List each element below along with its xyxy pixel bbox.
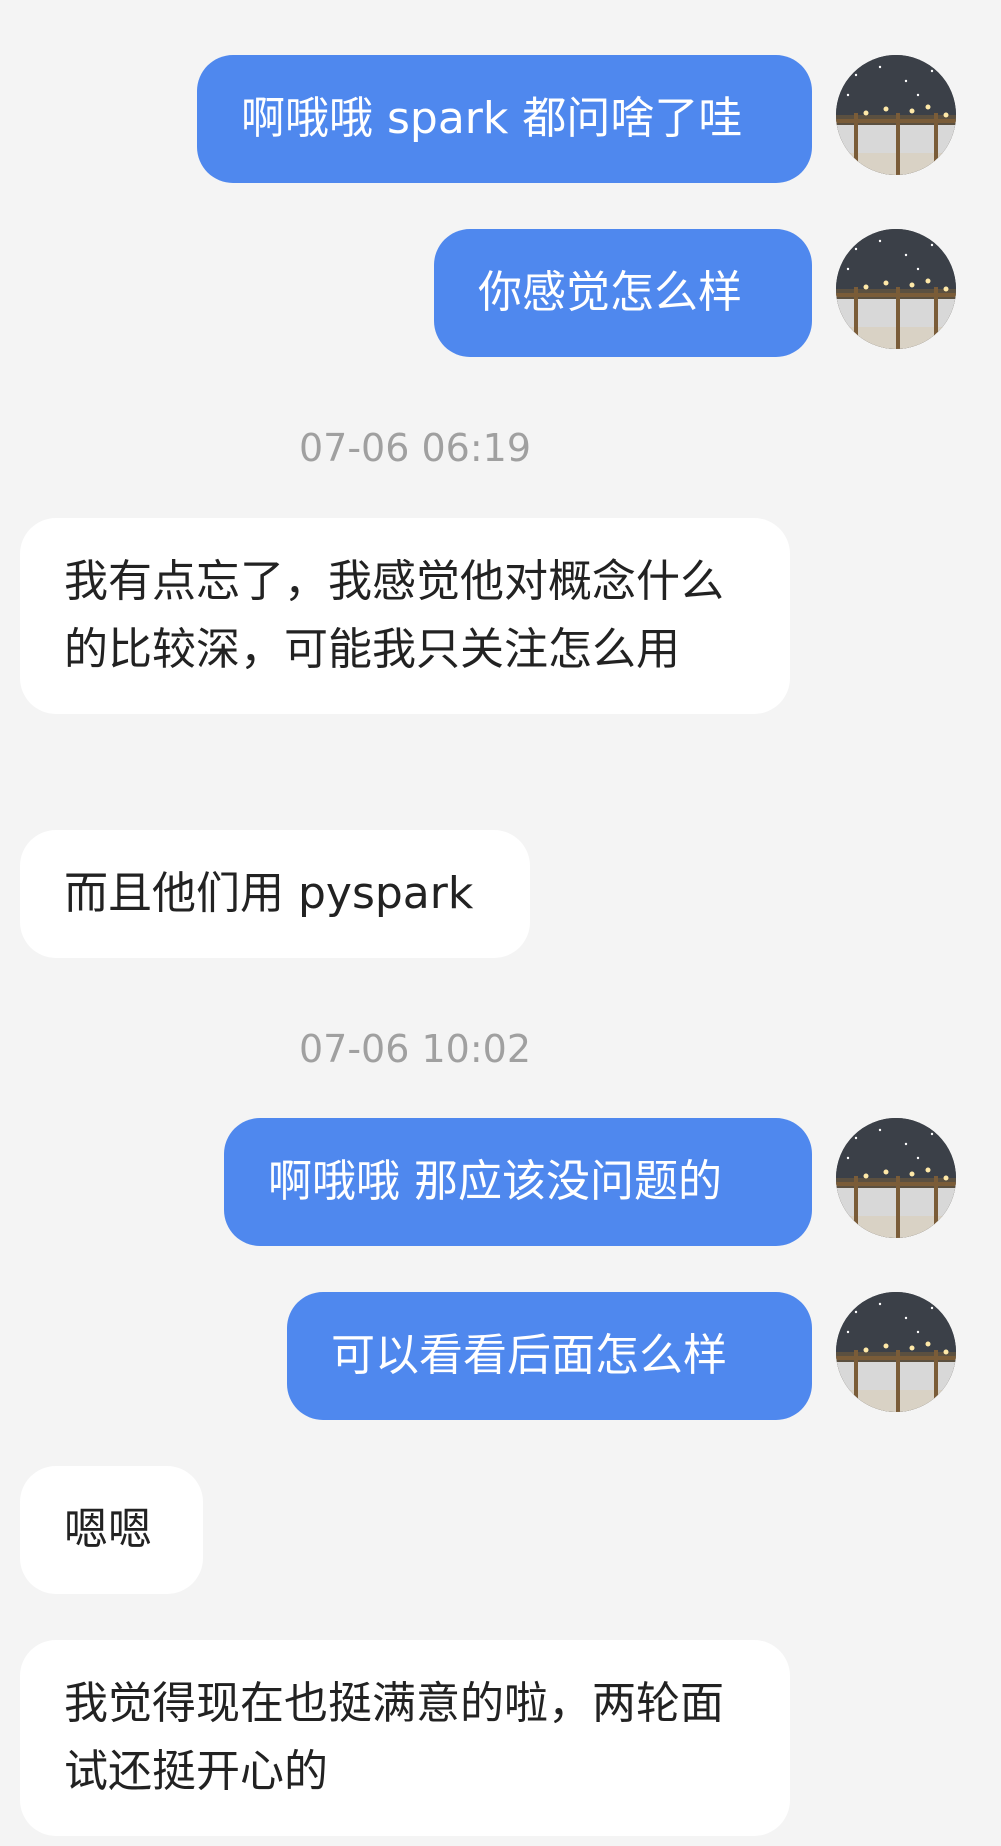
timestamp: 07-06 06:19: [298, 426, 531, 470]
timestamp: 07-06 10:02: [298, 1027, 531, 1071]
message-text: 你感觉怎么样: [478, 267, 742, 318]
user-avatar[interactable]: [836, 1292, 956, 1412]
snowy-night-window-avatar-icon: [836, 55, 956, 175]
incoming-message-bubble[interactable]: 我觉得现在也挺满意的啦，两轮面试还挺开心的: [20, 1640, 790, 1836]
incoming-message-bubble[interactable]: 我有点忘了，我感觉他对概念什么的比较深，可能我只关注怎么用: [20, 518, 790, 714]
incoming-message-bubble[interactable]: 嗯嗯: [20, 1466, 203, 1594]
message-text: 可以看看后面怎么样: [331, 1330, 727, 1381]
message-text: 啊哦哦 那应该没问题的: [268, 1156, 722, 1207]
message-text: 啊哦哦 spark 都问啥了哇: [241, 93, 743, 144]
message-text: 我觉得现在也挺满意的啦，两轮面试还挺开心的: [64, 1678, 724, 1797]
message-text: 嗯嗯: [64, 1504, 152, 1555]
outgoing-message-bubble[interactable]: 你感觉怎么样: [434, 229, 812, 357]
incoming-message-bubble[interactable]: 而且他们用 pyspark: [20, 830, 530, 958]
user-avatar[interactable]: [836, 55, 956, 175]
user-avatar[interactable]: [836, 1118, 956, 1238]
message-text: 而且他们用 pyspark: [64, 868, 474, 919]
snowy-night-window-avatar-icon: [836, 1292, 956, 1412]
outgoing-message-bubble[interactable]: 啊哦哦 spark 都问啥了哇: [197, 55, 812, 183]
snowy-night-window-avatar-icon: [836, 1118, 956, 1238]
user-avatar[interactable]: [836, 229, 956, 349]
message-text: 我有点忘了，我感觉他对概念什么的比较深，可能我只关注怎么用: [64, 556, 724, 675]
snowy-night-window-avatar-icon: [836, 229, 956, 349]
chat-message-list[interactable]: 啊哦哦 spark 都问啥了哇 你感觉怎么样 07-06 06:19 我有点忘了…: [0, 0, 1001, 1846]
outgoing-message-bubble[interactable]: 啊哦哦 那应该没问题的: [224, 1118, 812, 1246]
outgoing-message-bubble[interactable]: 可以看看后面怎么样: [287, 1292, 812, 1420]
